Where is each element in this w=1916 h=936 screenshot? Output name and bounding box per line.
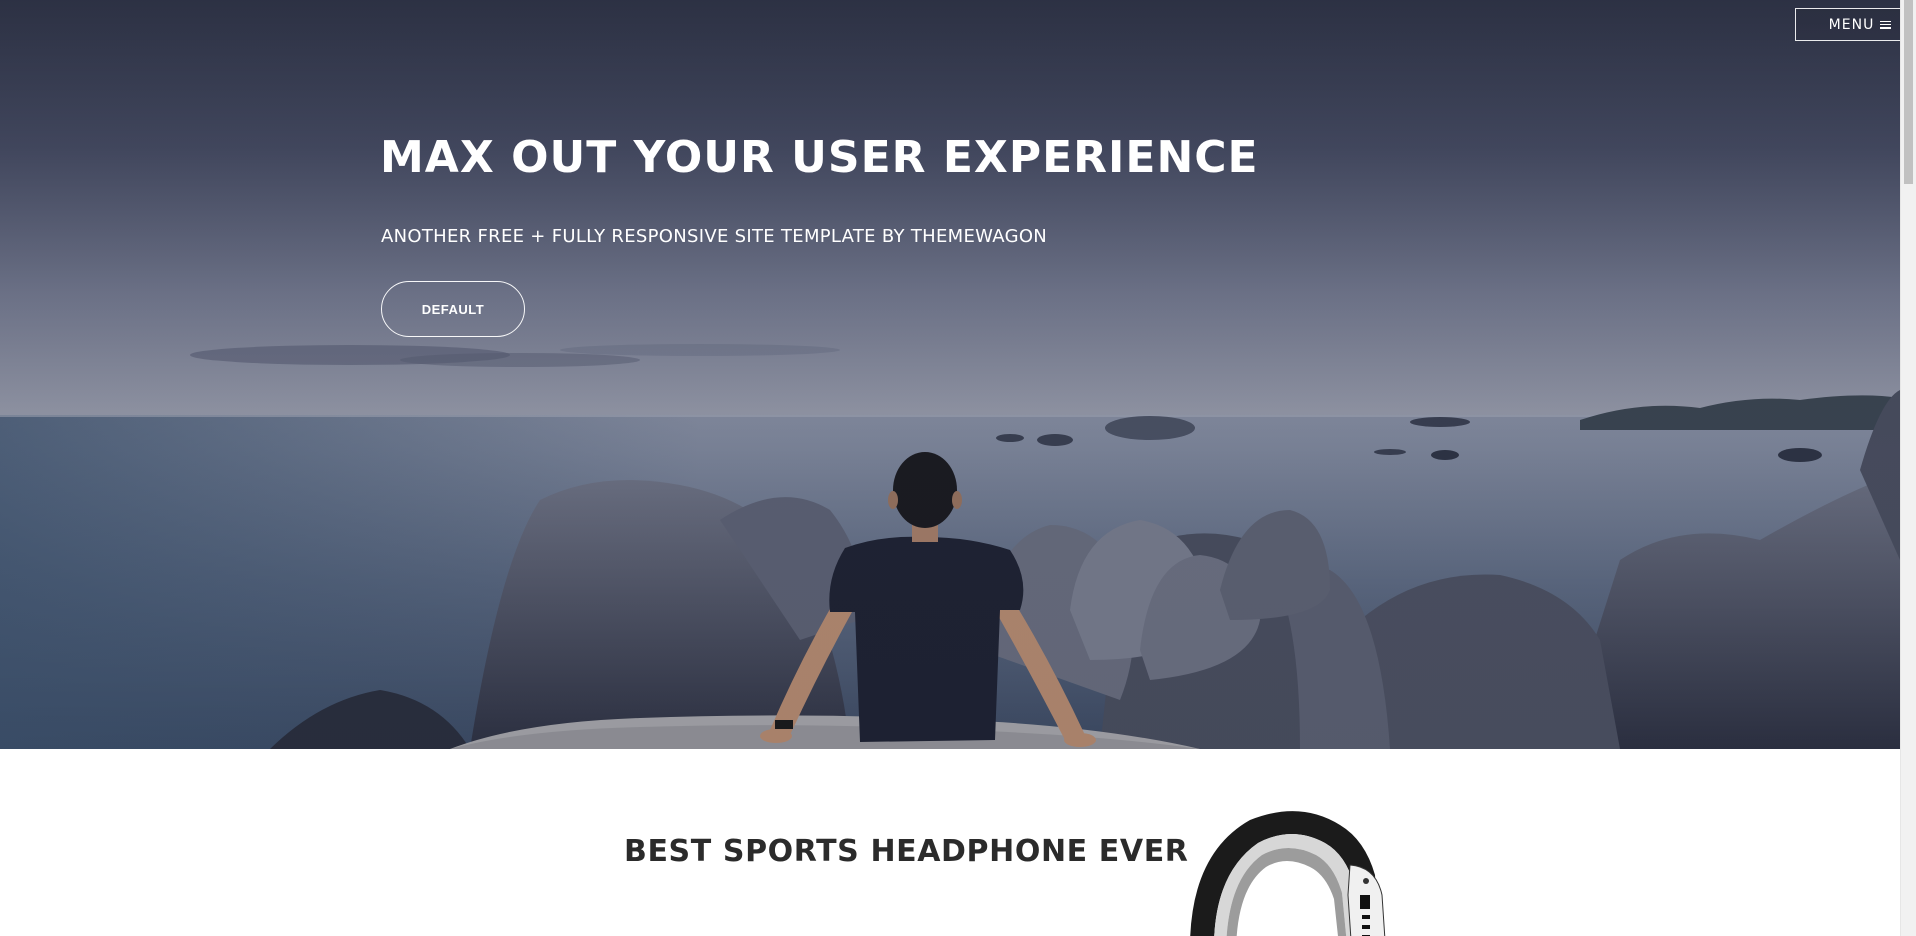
menu-label: MENU bbox=[1828, 16, 1875, 33]
hero-background-image bbox=[0, 0, 1900, 749]
page: MAX OUT YOUR USER EXPERIENCE ANOTHER FRE… bbox=[0, 0, 1916, 936]
default-button[interactable]: DEFAULT bbox=[381, 281, 525, 337]
page-scrollbar[interactable] bbox=[1900, 0, 1916, 936]
feature-section: BEST SPORTS HEADPHONE EVER bbox=[0, 749, 1900, 936]
hero-title: MAX OUT YOUR USER EXPERIENCE bbox=[380, 132, 1259, 183]
hamburger-icon bbox=[1880, 20, 1892, 29]
feature-title: BEST SPORTS HEADPHONE EVER bbox=[624, 834, 1189, 869]
hero-section: MAX OUT YOUR USER EXPERIENCE ANOTHER FRE… bbox=[0, 0, 1900, 749]
scrollbar-thumb[interactable] bbox=[1904, 0, 1913, 184]
hero-subtitle: ANOTHER FREE + FULLY RESPONSIVE SITE TEM… bbox=[381, 226, 1048, 247]
headphone-image bbox=[1190, 811, 1386, 936]
menu-button[interactable]: MENU bbox=[1795, 8, 1916, 41]
